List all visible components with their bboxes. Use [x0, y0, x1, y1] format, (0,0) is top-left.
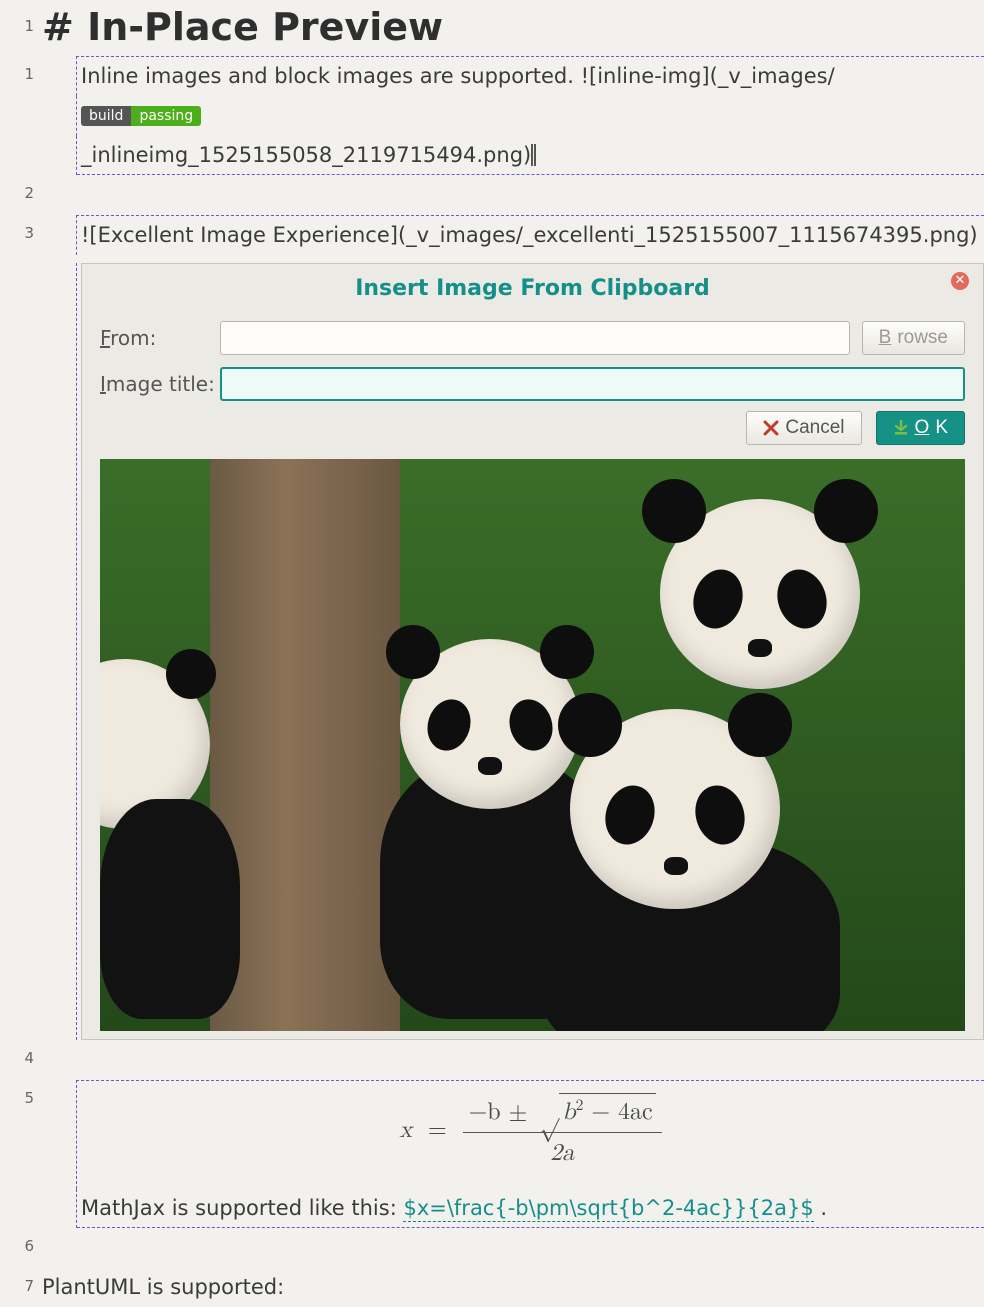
paragraph-segment[interactable]: Inline images and block images are suppo…	[76, 56, 984, 97]
badge-right: passing	[131, 106, 201, 127]
from-label: From:	[100, 323, 220, 353]
image-title-input[interactable]	[220, 367, 965, 401]
line-number: 1	[0, 56, 40, 86]
editor-line: 2	[0, 175, 984, 215]
line-number: 6	[0, 1228, 40, 1258]
markdown-editor[interactable]: 1 # In-Place Preview 1 Inline images and…	[0, 0, 984, 1307]
editor-line: 1 Inline images and block images are sup…	[0, 56, 984, 176]
plantuml-line[interactable]: PlantUML is supported:	[40, 1268, 984, 1307]
line-number: 4	[0, 1040, 40, 1070]
panda-shape	[660, 499, 860, 689]
inline-image-markdown[interactable]: _inlineimg_1525155058_2119715494.png)	[81, 143, 531, 167]
paragraph-text[interactable]: Inline images and block images are suppo…	[81, 64, 581, 88]
editor-line: 3 ![Excellent Image Experience](_v_image…	[0, 215, 984, 1041]
dialog-buttons: Cancel OK	[82, 407, 983, 453]
blank-line[interactable]	[40, 1040, 984, 1080]
insert-image-dialog: Insert Image From Clipboard ✕ From: Brow…	[81, 263, 984, 1040]
heading-text[interactable]: # In-Place Preview	[40, 0, 984, 56]
image-title-row: Image title:	[82, 361, 983, 407]
mathjax-source[interactable]: $x=\frac{-b\pm\sqrt{b^2-4ac}}{2a}$	[403, 1196, 813, 1222]
equation-numerator-prefix: −b ±	[469, 1100, 536, 1124]
editor-line: 5 x = −b ± b2 − 4ac 2a MathJax is suppor…	[0, 1080, 984, 1229]
from-row: From: Browse	[82, 315, 983, 361]
blank-line[interactable]	[40, 1228, 984, 1268]
from-input[interactable]	[220, 321, 850, 355]
cancel-icon	[763, 420, 779, 436]
cancel-button[interactable]: Cancel	[746, 411, 861, 445]
line-number: 5	[0, 1080, 40, 1110]
editor-line: 6	[0, 1228, 984, 1268]
rendered-equation: x = −b ± b2 − 4ac 2a	[76, 1080, 984, 1189]
confirm-icon	[893, 420, 909, 436]
line-number: 1	[0, 0, 40, 38]
editor-line: 4	[0, 1040, 984, 1080]
inline-badge-row: buildpassing	[76, 96, 984, 136]
browse-button[interactable]: Browse	[862, 321, 965, 355]
panda-shape	[400, 639, 580, 809]
badge-left: build	[81, 106, 131, 127]
line-number: 3	[0, 215, 40, 245]
panda-shape	[100, 799, 240, 1019]
block-image-markdown[interactable]: ![Excellent Image Experience](_v_images/…	[76, 215, 984, 256]
ok-button[interactable]: OK	[876, 411, 965, 445]
line-number: 7	[0, 1268, 40, 1298]
preview-segment: Insert Image From Clipboard ✕ From: Brow…	[76, 263, 984, 1040]
editor-line: 1 # In-Place Preview	[0, 0, 984, 56]
inline-image-markdown[interactable]: ![inline-img](_v_images/	[581, 64, 835, 88]
paragraph-segment[interactable]: _inlineimg_1525155058_2119715494.png)	[76, 136, 984, 176]
clipboard-image-preview	[100, 459, 965, 1031]
image-title-label: Image title:	[100, 369, 220, 399]
blank-line[interactable]	[40, 175, 984, 215]
mathjax-source-line[interactable]: MathJax is supported like this: $x=\frac…	[76, 1189, 984, 1229]
close-icon[interactable]: ✕	[951, 272, 969, 290]
panda-shape	[570, 709, 780, 909]
editor-line: 7 PlantUML is supported:	[0, 1268, 984, 1307]
text-cursor	[531, 144, 536, 166]
line-number: 2	[0, 175, 40, 205]
mathjax-prefix[interactable]: MathJax is supported like this:	[81, 1196, 403, 1220]
build-status-badge: buildpassing	[81, 106, 201, 127]
mathjax-suffix[interactable]: .	[814, 1196, 827, 1220]
dialog-title: Insert Image From Clipboard	[82, 264, 983, 315]
